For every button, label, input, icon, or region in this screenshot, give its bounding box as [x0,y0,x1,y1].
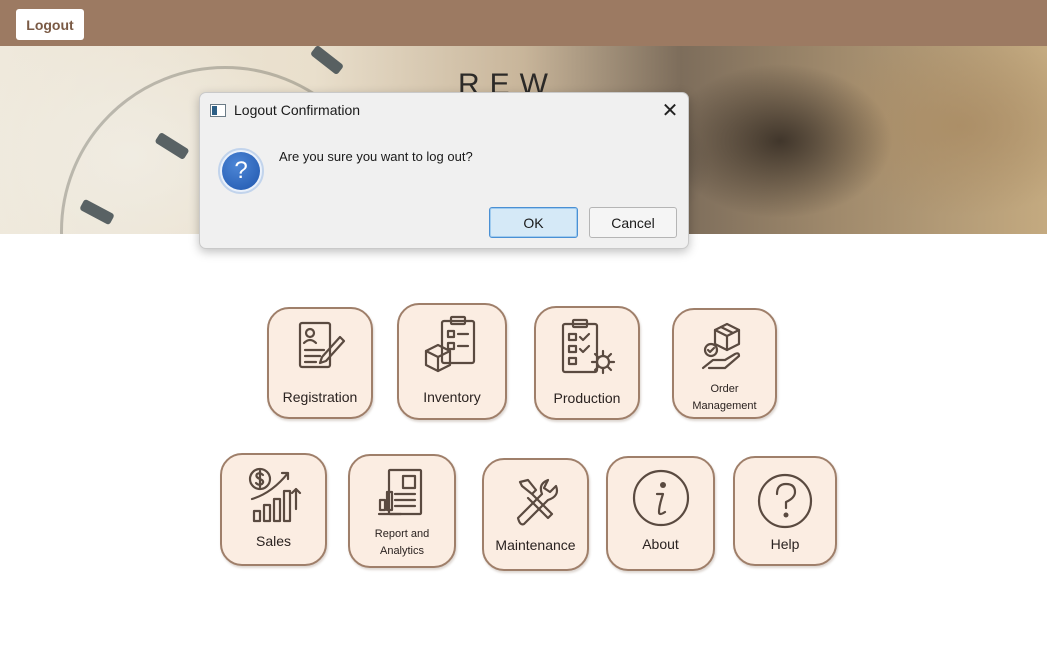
help-label: Help [770,536,800,552]
report-analytics-tile[interactable]: Report and Analytics [348,454,456,568]
sales-dollar-chart-icon [248,467,301,523]
registration-tile[interactable]: Registration [267,307,373,419]
about-tile[interactable]: About [606,456,715,571]
info-icon [632,469,689,527]
question-icon: ? [218,148,264,194]
about-label: About [642,536,679,552]
report-label-line-2: Analytics [379,545,425,557]
dialog-title: Logout Confirmation [234,102,361,118]
order-box-hand-icon [701,322,740,370]
order-management-tile[interactable]: Order Management [672,308,777,419]
main-window: Logout REW Logout Confirmation ✕ ? Are y… [0,0,1047,669]
inventory-label: Inventory [423,389,481,405]
maintenance-tile[interactable]: Maintenance [482,458,589,571]
order-label-line-2: Management [692,400,757,412]
sales-tile[interactable]: Sales [220,453,327,566]
cancel-button[interactable]: Cancel [589,207,677,238]
dialog-message: Are you sure you want to log out? [279,149,473,164]
window-app-icon [210,104,226,117]
logout-confirmation-dialog: Logout Confirmation ✕ ? Are you sure you… [199,92,689,249]
inventory-tile[interactable]: Inventory [397,303,507,420]
maintenance-label: Maintenance [495,537,576,553]
clock-tick [309,46,345,76]
help-tile[interactable]: Help [733,456,837,566]
order-label-line-1: Order [710,383,739,395]
report-analytics-icon [377,468,423,516]
production-label: Production [553,390,621,406]
top-bar: Logout [0,0,1047,46]
sales-label: Sales [255,533,292,549]
question-glyph: ? [222,152,260,190]
inventory-clipboard-box-icon [424,315,476,373]
help-question-icon [757,473,813,529]
registration-label: Registration [282,389,358,405]
registration-form-icon [298,321,346,369]
wrench-screwdriver-icon [516,478,558,526]
report-label-line-1: Report and [374,528,430,540]
production-checklist-gear-icon [561,318,616,375]
ok-button[interactable]: OK [489,207,578,238]
production-tile[interactable]: Production [534,306,640,420]
close-icon[interactable]: ✕ [658,98,682,122]
logout-button[interactable]: Logout [16,9,84,40]
